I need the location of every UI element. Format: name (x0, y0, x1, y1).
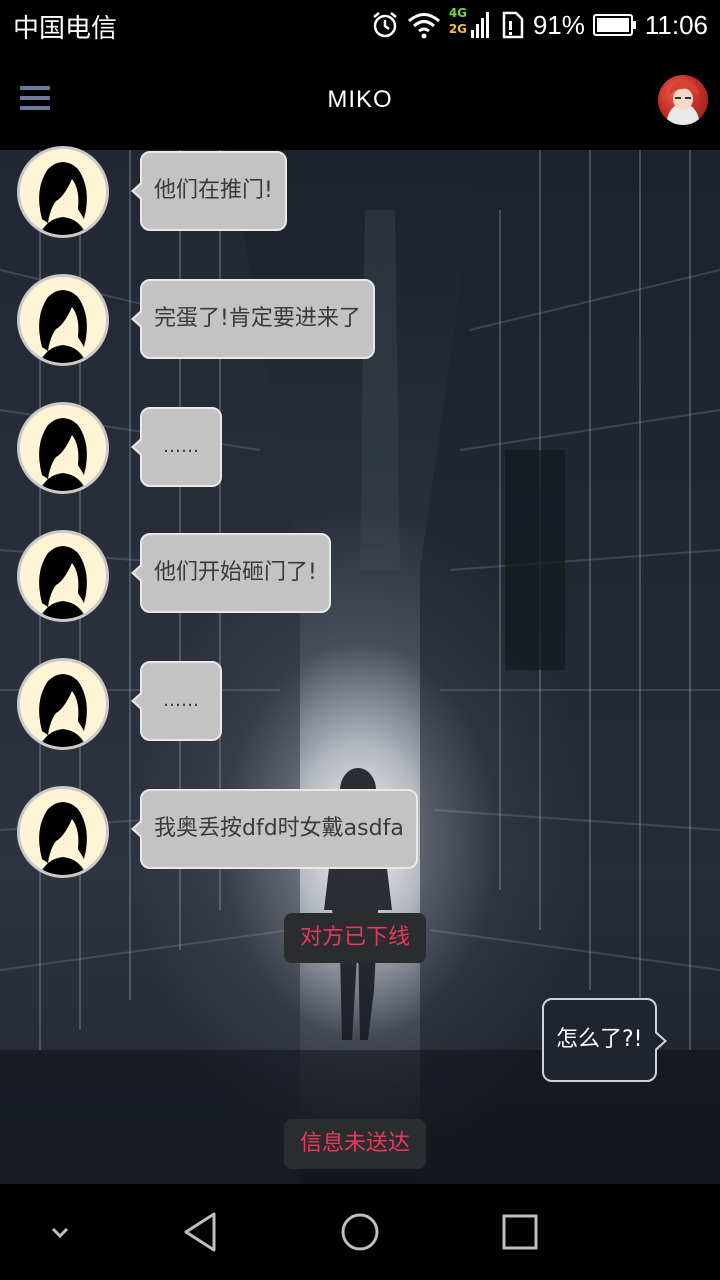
navigation-bar (0, 1184, 720, 1280)
status-clock: 11:06 (644, 9, 708, 40)
contact-avatar[interactable] (17, 658, 109, 750)
girl-silhouette-icon (20, 533, 106, 619)
system-note-not-delivered: 信息未送达 (284, 1119, 427, 1169)
girl-silhouette-icon (20, 405, 106, 491)
received-message-bubble[interactable]: …… (131, 661, 222, 741)
profile-avatar[interactable] (658, 75, 708, 125)
received-message-bubble[interactable]: 我奥丢按dfd时女戴asdfa (131, 789, 418, 869)
girl-silhouette-icon (20, 149, 106, 235)
network-4g-label: 4G (448, 6, 468, 20)
received-message-bubble[interactable]: …… (131, 407, 222, 487)
contact-avatar[interactable] (17, 274, 109, 366)
chevron-down-icon[interactable] (34, 1206, 86, 1258)
received-message-bubble[interactable]: 他们在推门! (131, 151, 287, 231)
girl-silhouette-icon (20, 789, 106, 875)
contact-avatar[interactable] (17, 786, 109, 878)
contact-avatar[interactable] (17, 146, 109, 238)
system-note-offline: 对方已下线 (284, 913, 427, 963)
avatar-portrait-icon (666, 81, 700, 125)
back-triangle-icon[interactable] (174, 1206, 226, 1258)
contact-avatar[interactable] (17, 402, 109, 494)
network-2g-label: 2G (448, 22, 468, 36)
sent-message-bubble[interactable]: 怎么了?! (542, 998, 666, 1082)
wifi-icon (407, 13, 440, 39)
status-icons: 4G 2G 91% 11:06 (371, 6, 708, 42)
battery-icon (592, 14, 636, 36)
home-circle-icon[interactable] (334, 1206, 386, 1258)
app-header: MIKO (0, 50, 720, 150)
received-message-bubble[interactable]: 他们开始砸门了! (131, 533, 331, 613)
carrier-name: 中国电信 (13, 14, 118, 44)
battery-percent: 91% (532, 9, 585, 40)
signal-icon (470, 12, 489, 38)
chat-title: MIKO (327, 86, 393, 113)
network-type-badge: 4G 2G (448, 6, 493, 42)
girl-silhouette-icon (20, 661, 106, 747)
chat-screen: 中国电信 4G 2G 91% 11:06 MIKO 他们在推门! 完蛋了!肯定要… (0, 0, 720, 1280)
contact-avatar[interactable] (17, 530, 109, 622)
girl-silhouette-icon (20, 277, 106, 363)
recents-square-icon[interactable] (494, 1206, 546, 1258)
sim-card-icon (502, 11, 524, 39)
alarm-clock-icon (373, 12, 397, 38)
received-message-bubble[interactable]: 完蛋了!肯定要进来了 (131, 279, 375, 359)
status-bar: 中国电信 4G 2G 91% 11:06 (0, 0, 720, 50)
